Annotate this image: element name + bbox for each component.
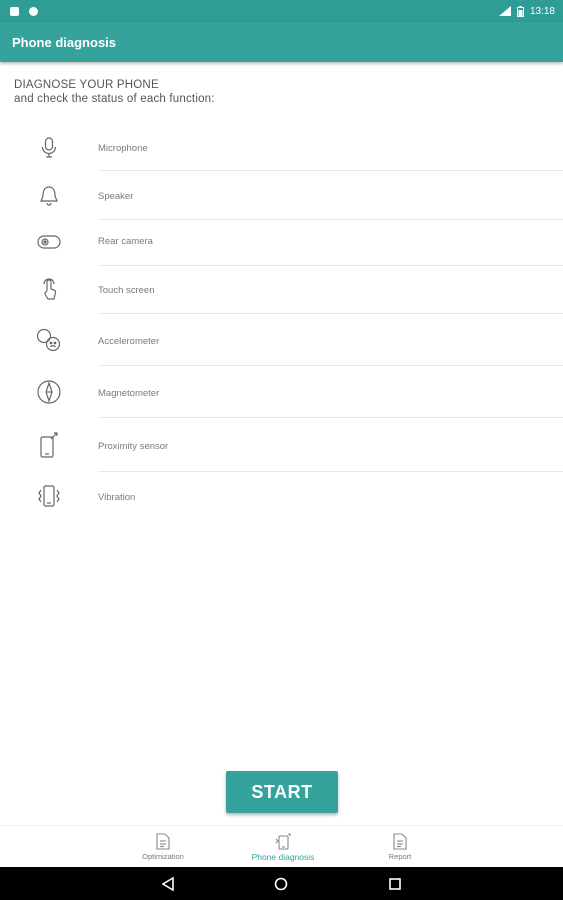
nav-item-optimization[interactable]: Optimization [128,826,198,868]
accelerometer-icon [34,325,64,355]
nav-item-report[interactable]: Report [375,826,425,868]
home-icon [274,877,288,891]
start-button[interactable]: START [226,771,338,813]
home-button[interactable] [272,875,290,893]
status-bar: 13:18 [0,0,563,22]
function-label: Touch screen [98,285,155,296]
notification-icons [10,6,38,16]
clock: 13:18 [529,5,555,17]
report-icon [393,833,407,850]
signal-icon [498,6,511,16]
touch-screen-icon [34,275,64,305]
back-button[interactable] [159,875,177,893]
function-item-proximity-sensor: Proximity sensor [0,418,563,472]
app-bar: Phone diagnosis [0,22,563,62]
recents-icon [389,878,401,890]
magnetometer-icon [34,377,64,407]
recents-button[interactable] [386,875,404,893]
function-label: Proximity sensor [98,441,169,452]
function-item-rear-camera: Rear camera [0,220,563,268]
microphone-icon [34,133,64,163]
notification-icon [10,6,19,16]
function-item-vibration: Vibration [0,472,563,520]
function-label: Magnetometer [98,388,160,399]
nav-item-phone-diagnosis[interactable]: Phone diagnosis [238,826,328,868]
function-label: Rear camera [98,236,153,247]
proximity-sensor-icon [34,430,64,460]
document-icon [156,833,170,850]
function-item-accelerometer: Accelerometer [0,314,563,366]
function-label: Vibration [98,492,136,503]
speaker-icon [34,181,64,211]
function-label: Accelerometer [98,336,160,347]
nav-label: Phone diagnosis [251,851,315,862]
vibration-icon [34,482,64,512]
function-item-touch-screen: Touch screen [0,266,563,314]
divider [98,170,563,171]
intro-heading: DIAGNOSE YOUR PHONE [14,79,159,91]
page-title: Phone diagnosis [12,34,117,50]
function-label: Microphone [98,143,148,154]
rear-camera-icon [34,227,64,257]
status-indicators: 13:18 [498,5,555,17]
function-label: Speaker [98,191,134,202]
nav-label: Optimization [142,852,184,861]
intro-text: DIAGNOSE YOUR PHONE and check the status… [14,79,554,105]
intro-subheading: and check the status of each function: [14,93,215,105]
system-nav-bar [0,867,563,900]
notification-dot-icon [29,6,38,16]
function-item-microphone: Microphone [0,124,563,172]
function-item-magnetometer: Magnetometer [0,366,563,418]
back-icon [162,877,174,891]
phone-diagnosis-icon [275,832,291,850]
battery-icon [516,5,524,17]
bottom-nav: Optimization Phone diagnosis Report [0,825,563,867]
nav-label: Report [388,852,412,861]
function-item-speaker: Speaker [0,172,563,220]
